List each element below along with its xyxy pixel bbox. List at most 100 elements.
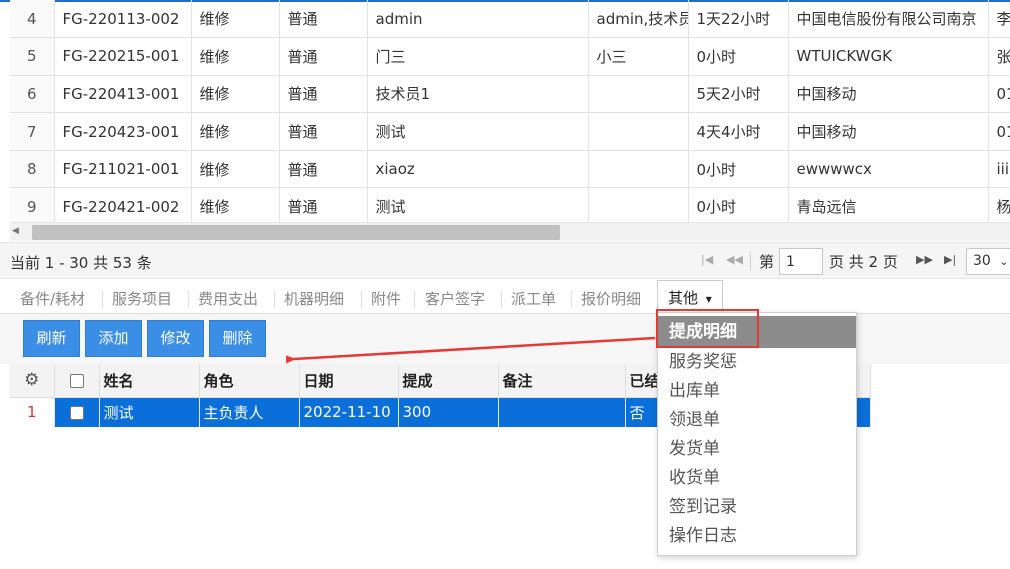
- divider: [188, 290, 189, 308]
- order-customer: 中国移动: [788, 75, 989, 114]
- order-level: 普通: [279, 112, 368, 151]
- order-code: FG-220421-002: [54, 187, 192, 222]
- order-customer: 青岛远信: [788, 187, 989, 222]
- order-duration: 0小时: [688, 150, 789, 189]
- scroll-left-icon[interactable]: ◀: [12, 226, 19, 236]
- caret-down-icon: ▾: [705, 292, 712, 306]
- page-number-input[interactable]: [779, 248, 823, 275]
- tab-machine-details[interactable]: 机器明细: [284, 280, 344, 314]
- cell-commission: 300: [398, 397, 499, 427]
- row-index: 8: [10, 150, 55, 189]
- table-row[interactable]: 4 FG-220113-002 维修 普通 admin admin,技术员 1天…: [10, 0, 1010, 39]
- next-page-icon[interactable]: ▶▶: [916, 253, 933, 266]
- edit-button[interactable]: 修改: [147, 320, 204, 357]
- last-page-icon[interactable]: ▶|: [944, 253, 956, 266]
- order-code: FG-220113-002: [54, 0, 192, 39]
- order-contact: 张: [988, 37, 1010, 76]
- divider: [501, 290, 502, 308]
- row-index: 7: [10, 112, 55, 151]
- page-size-value: 30: [973, 253, 991, 269]
- menu-item-outbound-order[interactable]: 出库单: [658, 377, 856, 406]
- order-duration: 5天2小时: [688, 75, 789, 114]
- prev-page-icon[interactable]: ◀◀: [726, 253, 743, 266]
- order-customer: WTUICKWGK: [788, 37, 989, 76]
- column-settings[interactable]: ⚙: [10, 364, 55, 398]
- select-all-checkbox[interactable]: [69, 373, 84, 388]
- order-person: 技术员1: [367, 75, 589, 114]
- refresh-button[interactable]: 刷新: [23, 320, 80, 357]
- tab-more-label: 其他: [668, 289, 699, 307]
- cell-remark: [498, 397, 626, 427]
- row-number: 1: [10, 397, 55, 427]
- row-index: 4: [10, 0, 55, 39]
- menu-item-operation-log[interactable]: 操作日志: [658, 522, 856, 551]
- tab-dispatch[interactable]: 派工单: [511, 280, 556, 314]
- divider: [102, 290, 103, 308]
- order-person: 门三: [367, 37, 589, 76]
- tab-more[interactable]: 其他 ▾: [657, 280, 723, 314]
- menu-item-delivery-order[interactable]: 发货单: [658, 435, 856, 464]
- order-contact: 杨: [988, 187, 1010, 222]
- column-header-date[interactable]: 日期: [299, 364, 399, 398]
- chevron-down-icon: ⌄: [999, 255, 1009, 268]
- column-header-name[interactable]: 姓名: [99, 364, 200, 398]
- order-assist: [588, 187, 689, 222]
- column-header-remark[interactable]: 备注: [498, 364, 626, 398]
- select-all-cell[interactable]: [54, 364, 100, 398]
- order-level: 普通: [279, 37, 368, 76]
- row-checkbox[interactable]: [69, 405, 84, 420]
- column-header-role[interactable]: 角色: [199, 364, 300, 398]
- row-index: 9: [10, 187, 55, 222]
- delete-button[interactable]: 删除: [209, 320, 266, 357]
- tab-attachments[interactable]: 附件: [371, 280, 401, 314]
- row-select-cell[interactable]: [54, 397, 100, 427]
- scrollbar-thumb[interactable]: [32, 225, 560, 240]
- order-level: 普通: [279, 0, 368, 39]
- toolbar: 刷新 添加 修改 删除: [0, 314, 1010, 364]
- menu-item-checkin-records[interactable]: 签到记录: [658, 493, 856, 522]
- order-contact: 01: [988, 112, 1010, 151]
- first-page-icon[interactable]: |◀: [701, 253, 713, 266]
- column-header-commission[interactable]: 提成: [398, 364, 499, 398]
- table-row[interactable]: 8 FG-211021-001 维修 普通 xiaoz 0小时 ewwwwcx …: [10, 150, 1010, 189]
- order-person: admin: [367, 0, 589, 39]
- order-type: 维修: [191, 112, 280, 151]
- divider: [414, 290, 415, 308]
- order-duration: 1天22小时: [688, 0, 789, 39]
- tab-customer-signature[interactable]: 客户签字: [425, 280, 485, 314]
- page-total: 页 共 2 页: [829, 253, 898, 271]
- order-code: FG-211021-001: [54, 150, 192, 189]
- menu-item-return-order[interactable]: 领退单: [658, 406, 856, 435]
- gear-icon[interactable]: ⚙: [24, 370, 39, 390]
- divider: [750, 251, 751, 271]
- page-size-select[interactable]: 30 ⌄: [966, 248, 1010, 275]
- tab-expenses[interactable]: 费用支出: [198, 280, 258, 314]
- divider: [361, 290, 362, 308]
- order-customer: ewwwwcx: [788, 150, 989, 189]
- order-duration: 4天4小时: [688, 112, 789, 151]
- order-assist: [588, 150, 689, 189]
- cell-date: 2022-11-10: [299, 397, 399, 427]
- order-assist: [588, 75, 689, 114]
- menu-item-service-rewards[interactable]: 服务奖惩: [658, 348, 856, 377]
- order-person: 测试: [367, 187, 589, 222]
- add-button[interactable]: 添加: [85, 320, 142, 357]
- table-row[interactable]: 6 FG-220413-001 维修 普通 技术员1 5天2小时 中国移动 01: [10, 75, 1010, 114]
- menu-item-commission-details[interactable]: 提成明细: [658, 316, 856, 348]
- menu-item-receipt-order[interactable]: 收货单: [658, 464, 856, 493]
- table-row[interactable]: 5 FG-220215-001 维修 普通 门三 小三 0小时 WTUICKWG…: [10, 37, 1010, 76]
- order-code: FG-220413-001: [54, 75, 192, 114]
- commission-grid: ⚙ 姓名 角色 日期 提成 备注 已结 1 测试 主负责人 2022-11-10…: [10, 364, 1010, 569]
- table-row[interactable]: 7 FG-220423-001 维修 普通 测试 4天4小时 中国移动 01: [10, 112, 1010, 151]
- tab-quotation[interactable]: 报价明细: [581, 280, 641, 314]
- tab-parts[interactable]: 备件/耗材: [20, 280, 85, 314]
- horizontal-scrollbar[interactable]: ◀: [10, 222, 1010, 241]
- order-person: xiaoz: [367, 150, 589, 189]
- detail-tabs: 备件/耗材 服务项目 费用支出 机器明细 附件 客户签字 派工单 报价明细 其他…: [0, 280, 1010, 314]
- cell-name: 测试: [99, 397, 200, 427]
- order-duration: 0小时: [688, 187, 789, 222]
- order-contact: iiii: [988, 150, 1010, 189]
- tab-service-items[interactable]: 服务项目: [112, 280, 172, 314]
- order-level: 普通: [279, 150, 368, 189]
- table-row[interactable]: 9 FG-220421-002 维修 普通 测试 0小时 青岛远信 杨: [10, 187, 1010, 222]
